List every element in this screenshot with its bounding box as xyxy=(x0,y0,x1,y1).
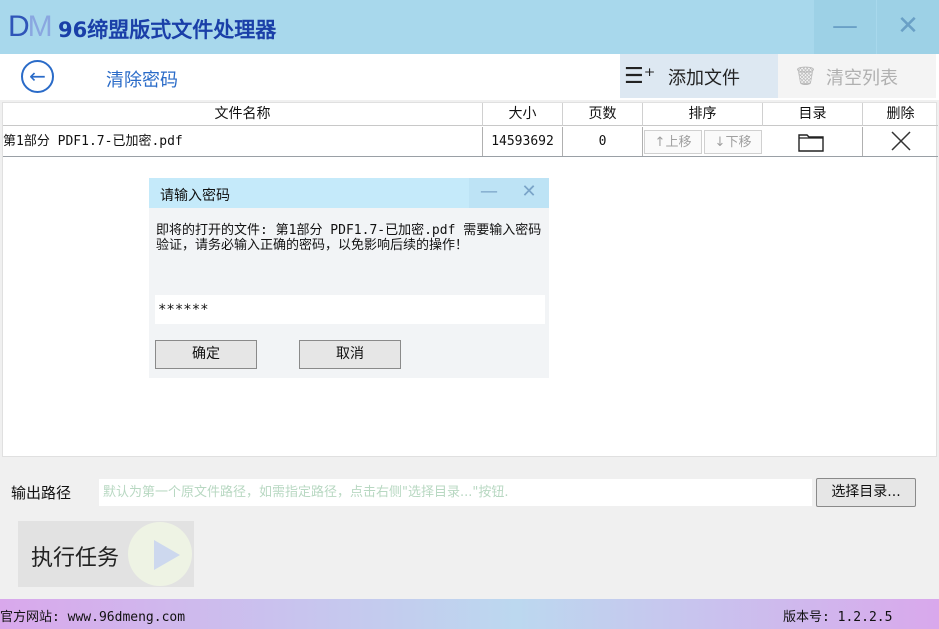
column-header-size: 大小 xyxy=(483,103,563,126)
window-close-button[interactable]: ✕ xyxy=(877,0,939,54)
password-input[interactable] xyxy=(155,295,545,324)
dialog-message: 即将的打开的文件: 第1部分 PDF1.7-已加密.pdf 需要输入密码验证，请… xyxy=(156,223,542,253)
folder-icon[interactable] xyxy=(798,132,824,152)
cell-delete xyxy=(863,127,938,156)
dialog-title-bar: 请输入密码 — ✕ xyxy=(149,178,549,208)
toolbar: ← 清除密码 ☰⁺ 添加文件 🗑 清空列表 xyxy=(0,54,939,100)
move-up-button[interactable]: ↑上移 xyxy=(644,130,702,154)
choose-directory-button[interactable]: 选择目录... xyxy=(816,478,916,507)
cell-file-name: 第1部分 PDF1.7-已加密.pdf xyxy=(3,127,483,156)
cell-pages: 0 xyxy=(563,127,643,156)
status-bar: 官方网站: www.96dmeng.com 版本号: 1.2.2.5 xyxy=(0,599,939,629)
column-header-order: 排序 xyxy=(643,103,763,126)
dialog-minimize-button[interactable]: — xyxy=(469,178,509,208)
trash-icon: 🗑 xyxy=(794,66,817,87)
column-header-pages: 页数 xyxy=(563,103,643,126)
add-file-button[interactable]: ☰⁺ 添加文件 xyxy=(620,54,778,98)
execute-task-label: 执行任务 xyxy=(31,546,120,571)
delete-icon[interactable] xyxy=(890,130,912,152)
page-heading: 清除密码 xyxy=(106,70,178,91)
title-bar: DM 96缔盟版式文件处理器 — ✕ xyxy=(0,0,939,54)
output-path-label: 输出路径 xyxy=(11,484,72,502)
app-title: 96缔盟版式文件处理器 xyxy=(58,18,277,42)
clear-list-label: 清空列表 xyxy=(826,68,898,89)
back-button[interactable]: ← xyxy=(21,60,54,93)
cell-folder xyxy=(763,127,863,156)
move-down-button[interactable]: ↓下移 xyxy=(704,130,762,154)
ok-button[interactable]: 确定 xyxy=(155,340,257,369)
table-row[interactable]: 第1部分 PDF1.7-已加密.pdf 14593692 0 ↑上移 ↓下移 xyxy=(3,127,938,157)
cell-size: 14593692 xyxy=(483,127,563,156)
app-logo: DM xyxy=(8,10,53,43)
play-icon xyxy=(154,540,180,570)
column-header-folder: 目录 xyxy=(763,103,863,126)
password-dialog: 请输入密码 — ✕ 即将的打开的文件: 第1部分 PDF1.7-已加密.pdf … xyxy=(149,178,549,378)
add-file-label: 添加文件 xyxy=(668,68,740,89)
window-minimize-button[interactable]: — xyxy=(814,0,876,54)
cancel-button[interactable]: 取消 xyxy=(299,340,401,369)
output-path-input[interactable] xyxy=(99,479,812,506)
dialog-close-button[interactable]: ✕ xyxy=(509,178,549,208)
execute-task-button[interactable]: 执行任务 xyxy=(18,521,194,587)
clear-list-button[interactable]: 🗑 清空列表 xyxy=(778,54,936,98)
add-list-icon: ☰⁺ xyxy=(624,64,656,89)
column-header-delete: 删除 xyxy=(886,106,915,122)
column-header-name: 文件名称 xyxy=(3,103,483,126)
version-text: 版本号: 1.2.2.5 xyxy=(783,610,893,625)
table-header: 文件名称 大小 页数 排序 目录 删除 xyxy=(3,103,938,126)
official-website-text: 官方网站: www.96dmeng.com xyxy=(0,610,186,625)
dialog-title: 请输入密码 xyxy=(160,188,230,204)
